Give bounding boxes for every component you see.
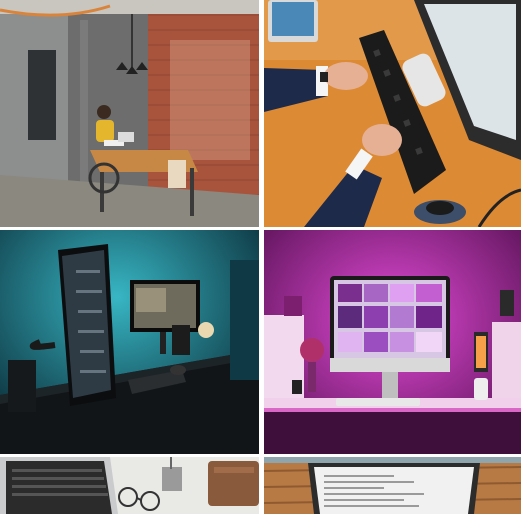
photo-magenta-imac-setup xyxy=(264,230,521,454)
photo-laptop-glasses xyxy=(0,457,259,514)
photo-laptop-wood-table xyxy=(264,457,521,514)
photo-tile-laptop-wood-table[interactable] xyxy=(264,457,521,514)
photo-tile-typing-keyboard[interactable] xyxy=(264,0,521,227)
photo-tile-magenta-imac-setup[interactable] xyxy=(264,230,521,454)
photo-grid xyxy=(0,0,521,514)
photo-teal-desk-setup xyxy=(0,230,259,454)
photo-typing-keyboard xyxy=(264,0,521,227)
photo-office-brick-wall xyxy=(0,0,259,227)
photo-tile-laptop-glasses[interactable] xyxy=(0,457,259,514)
photo-tile-teal-desk-setup[interactable] xyxy=(0,230,259,454)
photo-tile-office-brick-wall[interactable] xyxy=(0,0,259,227)
